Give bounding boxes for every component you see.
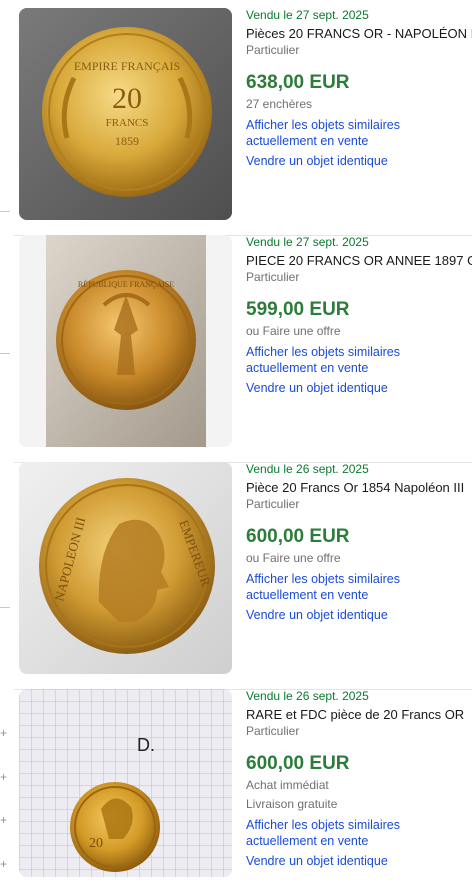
- sell-identical-link[interactable]: Vendre un objet identique: [246, 153, 472, 169]
- seller-type: Particulier: [246, 43, 300, 57]
- similar-items-link-line2: actuellement en vente: [246, 134, 369, 148]
- shipping-label: Livraison gratuite: [246, 797, 338, 811]
- coin-legend: RÉPUBLIQUE FRANÇAISE: [78, 279, 174, 289]
- similar-items-link[interactable]: Afficher les objets similaires actuellem…: [246, 117, 472, 149]
- listing-info: Vendu le 26 sept. 2025 RARE et FDC pièce…: [246, 689, 472, 869]
- plus-icon[interactable]: +: [0, 727, 7, 739]
- sold-date: Vendu le 26 sept. 2025: [246, 689, 369, 703]
- divider: [0, 607, 10, 608]
- similar-items-link-line2: actuellement en vente: [246, 834, 369, 848]
- similar-items-link-line2: actuellement en vente: [246, 588, 369, 602]
- listing-card: D. 20 Vendu le 26 sept. 2025 RARE et FDC…: [14, 689, 472, 889]
- similar-items-link-line1: Afficher les objets similaires: [246, 818, 400, 832]
- buy-now-label: Achat immédiat: [246, 778, 329, 792]
- sell-identical-link[interactable]: Vendre un objet identique: [246, 853, 472, 869]
- listing-title[interactable]: PIECE 20 FRANCS OR ANNEE 1897 GENIE: [246, 253, 472, 269]
- seller-type: Particulier: [246, 724, 300, 738]
- listing-price: 600,00 EUR: [246, 753, 350, 774]
- offer-option: ou Faire une offre: [246, 551, 341, 565]
- coin-year: 1859: [115, 134, 139, 148]
- divider: [0, 211, 10, 212]
- similar-items-link-line1: Afficher les objets similaires: [246, 118, 400, 132]
- listing-card: NAPOLEON III EMPEREUR Vendu le 26 sept. …: [14, 462, 472, 690]
- listing-price: 638,00 EUR: [246, 72, 350, 93]
- coin-unit: FRANCS: [106, 117, 149, 129]
- listing-info: Vendu le 27 sept. 2025 PIECE 20 FRANCS O…: [246, 235, 472, 396]
- listing-price: 599,00 EUR: [246, 299, 350, 320]
- similar-items-link[interactable]: Afficher les objets similaires actuellem…: [246, 344, 472, 376]
- coin-image: D. 20: [19, 689, 232, 877]
- listing-image[interactable]: D. 20: [19, 689, 232, 877]
- similar-items-link[interactable]: Afficher les objets similaires actuellem…: [246, 817, 472, 849]
- sold-date: Vendu le 27 sept. 2025: [246, 235, 369, 249]
- listing-title[interactable]: Pièce 20 Francs Or 1854 Napoléon III: [246, 480, 472, 496]
- coin-value: 20: [89, 836, 103, 851]
- sold-date: Vendu le 26 sept. 2025: [246, 462, 369, 476]
- listing-image[interactable]: RÉPUBLIQUE FRANÇAISE: [19, 235, 232, 447]
- bid-count: 27 enchères: [246, 97, 313, 111]
- listing-title[interactable]: Pièces 20 FRANCS OR - NAPOLÉON III: [246, 26, 472, 42]
- coin-image: NAPOLEON III EMPEREUR: [19, 462, 232, 674]
- paper-note: D.: [137, 735, 155, 755]
- left-panel-edge: + + + +: [0, 0, 14, 877]
- coin-legend: EMPIRE FRANÇAIS: [74, 59, 180, 73]
- plus-icon[interactable]: +: [0, 858, 7, 870]
- listing-card: EMPIRE FRANÇAIS 20 FRANCS 1859 Vendu le …: [14, 8, 472, 236]
- seller-type: Particulier: [246, 270, 300, 284]
- similar-items-link-line1: Afficher les objets similaires: [246, 345, 400, 359]
- similar-items-link[interactable]: Afficher les objets similaires actuellem…: [246, 571, 472, 603]
- sold-date: Vendu le 27 sept. 2025: [246, 8, 369, 22]
- listing-price: 600,00 EUR: [246, 526, 350, 547]
- listing-info: Vendu le 26 sept. 2025 Pièce 20 Francs O…: [246, 462, 472, 623]
- listing-title[interactable]: RARE et FDC pièce de 20 Francs OR: [246, 707, 472, 723]
- listing-card: RÉPUBLIQUE FRANÇAISE Vendu le 27 sept. 2…: [14, 235, 472, 463]
- plus-icon[interactable]: +: [0, 814, 7, 826]
- listing-image[interactable]: NAPOLEON III EMPEREUR: [19, 462, 232, 674]
- listing-image[interactable]: EMPIRE FRANÇAIS 20 FRANCS 1859: [19, 8, 232, 220]
- divider: [0, 353, 10, 354]
- similar-items-link-line1: Afficher les objets similaires: [246, 572, 400, 586]
- coin-image: RÉPUBLIQUE FRANÇAISE: [19, 235, 232, 447]
- offer-option: ou Faire une offre: [246, 324, 341, 338]
- seller-type: Particulier: [246, 497, 300, 511]
- listing-info: Vendu le 27 sept. 2025 Pièces 20 FRANCS …: [246, 8, 472, 169]
- similar-items-link-line2: actuellement en vente: [246, 361, 369, 375]
- sell-identical-link[interactable]: Vendre un objet identique: [246, 607, 472, 623]
- coin-value: 20: [112, 82, 142, 115]
- plus-icon[interactable]: +: [0, 771, 7, 783]
- coin-image: EMPIRE FRANÇAIS 20 FRANCS 1859: [19, 8, 232, 220]
- sell-identical-link[interactable]: Vendre un objet identique: [246, 380, 472, 396]
